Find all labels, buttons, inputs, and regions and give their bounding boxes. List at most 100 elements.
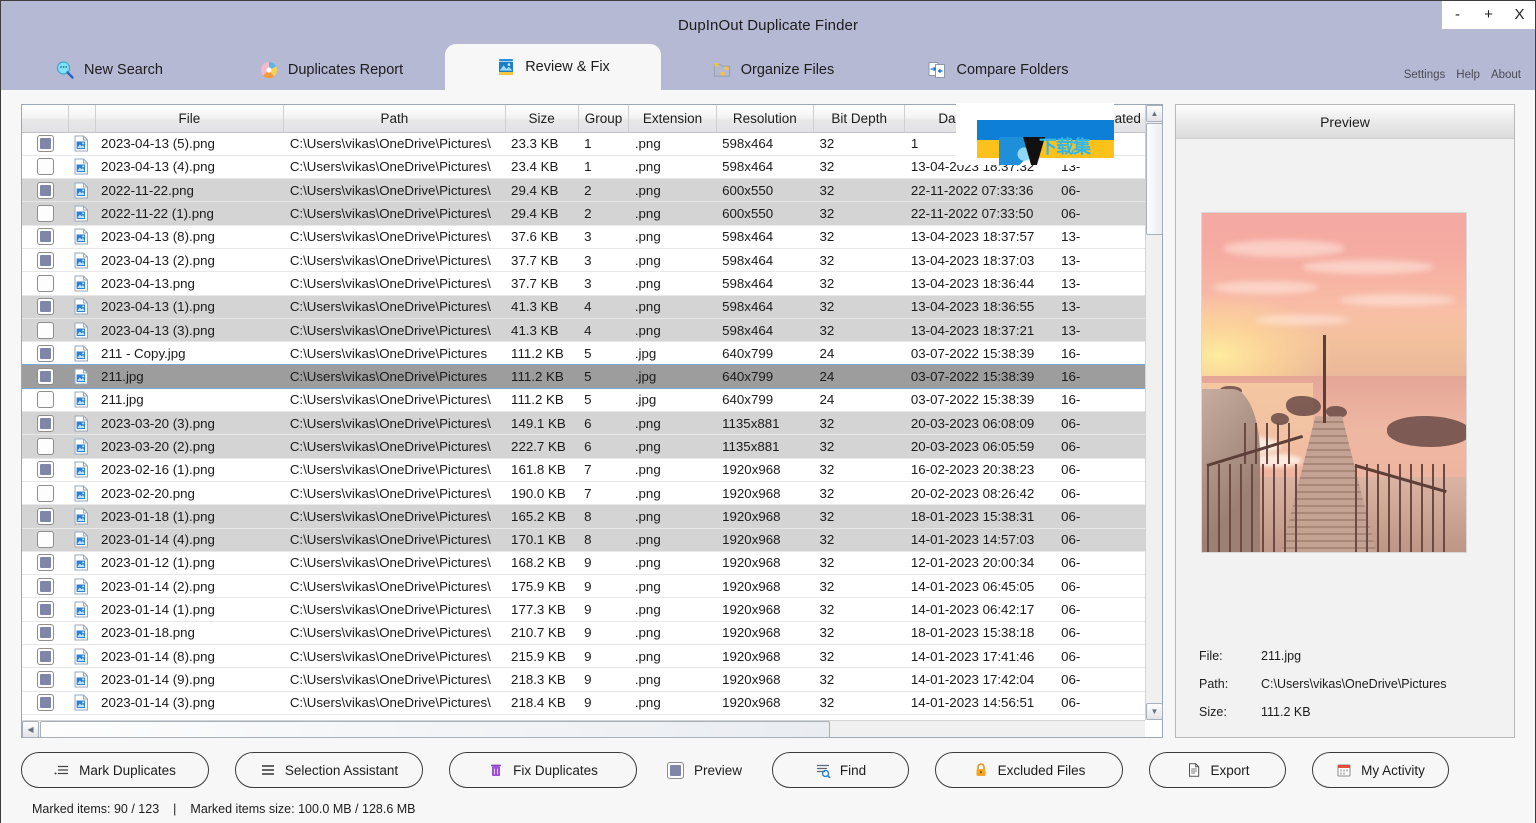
row-checkbox-cell[interactable] [22, 201, 69, 226]
table-row[interactable]: 211.jpg C:\Users\vikas\OneDrive\Pictures\… [22, 388, 1147, 413]
table-row[interactable]: 2023-01-14 (9).png C:\Users\vikas\OneDriv… [22, 667, 1147, 692]
col-header-group[interactable]: Group [578, 105, 630, 133]
about-link[interactable]: About [1491, 69, 1521, 81]
row-checkbox-cell[interactable] [22, 271, 69, 296]
horizontal-scrollbar[interactable]: ◀ [22, 720, 1145, 738]
row-checkbox[interactable] [36, 577, 54, 595]
row-checkbox[interactable] [36, 670, 54, 688]
vertical-scroll-thumb[interactable] [1146, 123, 1163, 235]
grid-scroll-viewport[interactable]: File Path Size Group Extension Resolutio… [22, 105, 1162, 737]
export-button[interactable]: Export [1149, 752, 1287, 788]
col-header-resolution[interactable]: Resolution [716, 105, 815, 133]
selection-assistant-button[interactable]: Selection Assistant [235, 752, 423, 788]
row-checkbox-cell[interactable] [22, 434, 69, 459]
row-checkbox-cell[interactable] [22, 225, 69, 249]
row-checkbox[interactable] [36, 298, 54, 316]
maximize-button[interactable]: + [1475, 2, 1503, 28]
table-row[interactable]: 2023-01-14 (8).png C:\Users\vikas\OneDriv… [22, 644, 1147, 669]
row-checkbox[interactable] [36, 414, 54, 432]
tab-review-and-fix[interactable]: Review & Fix [445, 44, 661, 90]
tab-compare-folders[interactable]: Compare Folders [885, 49, 1111, 90]
row-checkbox[interactable] [36, 205, 54, 223]
row-checkbox-cell[interactable] [22, 481, 69, 506]
excluded-files-button[interactable]: Excluded Files [935, 752, 1124, 788]
table-row[interactable]: 2023-01-18 (1).png C:\Users\vikas\OneDriv… [22, 504, 1147, 529]
row-checkbox-cell[interactable] [22, 691, 69, 715]
minimize-button[interactable]: - [1444, 2, 1472, 28]
tab-new-search[interactable]: New Search [1, 49, 217, 90]
table-row[interactable]: 2022-11-22 (1).png C:\Users\vikas\OneDriv… [22, 201, 1147, 226]
row-checkbox[interactable] [36, 274, 54, 292]
table-row[interactable]: 2023-04-13.png C:\Users\vikas\OneDrive\Pi… [22, 271, 1147, 296]
fix-duplicates-button[interactable]: Fix Duplicates [449, 752, 637, 788]
table-row[interactable]: 2023-01-14 (3).png C:\Users\vikas\OneDriv… [22, 691, 1147, 715]
table-row[interactable]: 2023-04-13 (8).png C:\Users\vikas\OneDriv… [22, 225, 1147, 249]
row-checkbox[interactable] [36, 158, 54, 176]
row-checkbox[interactable] [36, 391, 54, 409]
row-checkbox-cell[interactable] [22, 551, 69, 576]
table-row[interactable]: 2023-02-16 (1).png C:\Users\vikas\OneDriv… [22, 458, 1147, 482]
row-checkbox[interactable] [36, 624, 54, 642]
table-row[interactable]: 2023-01-18.png C:\Users\vikas\OneDrive\Pi… [22, 621, 1147, 646]
horizontal-scroll-thumb[interactable] [40, 721, 830, 738]
table-row[interactable]: 2023-01-14 (2).png C:\Users\vikas\OneDriv… [22, 574, 1147, 599]
row-checkbox-cell[interactable] [22, 388, 69, 413]
table-row[interactable]: 2023-03-20 (2).png C:\Users\vikas\OneDriv… [22, 434, 1147, 459]
row-checkbox-cell[interactable] [22, 574, 69, 599]
row-checkbox-cell[interactable] [22, 621, 69, 646]
row-checkbox-cell[interactable] [22, 364, 69, 389]
col-header-path[interactable]: Path [283, 105, 506, 133]
col-header-icon[interactable] [68, 105, 96, 133]
settings-link[interactable]: Settings [1404, 69, 1446, 81]
table-row[interactable]: 2023-04-13 (2).png C:\Users\vikas\OneDriv… [22, 248, 1147, 273]
table-row[interactable]: 2023-03-20 (3).png C:\Users\vikas\OneDriv… [22, 411, 1147, 436]
row-checkbox-cell[interactable] [22, 155, 69, 180]
scroll-down-button[interactable]: ▼ [1146, 703, 1163, 720]
row-checkbox[interactable] [36, 694, 54, 712]
row-checkbox[interactable] [36, 531, 54, 549]
col-header-bit-depth[interactable]: Bit Depth [813, 105, 906, 133]
vertical-scrollbar[interactable]: ▲ ▼ [1145, 105, 1163, 720]
table-row[interactable]: 2023-01-12 (1).png C:\Users\vikas\OneDriv… [22, 551, 1147, 576]
row-checkbox-cell[interactable] [22, 178, 69, 203]
close-button[interactable]: X [1506, 2, 1534, 28]
mark-duplicates-button[interactable]: Mark Duplicates [21, 752, 209, 788]
row-checkbox-cell[interactable] [22, 318, 69, 343]
row-checkbox[interactable] [36, 507, 54, 525]
row-checkbox[interactable] [36, 368, 54, 386]
table-row[interactable]: 211 - Copy.jpg C:\Users\vikas\OneDrive\Pi… [22, 341, 1147, 366]
row-checkbox-cell[interactable] [22, 458, 69, 482]
scroll-left-button[interactable]: ◀ [22, 721, 39, 738]
row-checkbox-cell[interactable] [22, 504, 69, 529]
row-checkbox[interactable] [36, 181, 54, 199]
find-button[interactable]: Find [772, 752, 910, 788]
row-checkbox[interactable] [36, 484, 54, 502]
table-row[interactable]: 2023-01-14 (4).png C:\Users\vikas\OneDriv… [22, 528, 1147, 552]
row-checkbox[interactable] [36, 344, 54, 362]
row-checkbox-cell[interactable] [22, 597, 69, 622]
row-checkbox[interactable] [36, 228, 54, 246]
row-checkbox-cell[interactable] [22, 248, 69, 273]
col-header-check[interactable] [22, 105, 70, 133]
row-checkbox[interactable] [36, 438, 54, 455]
my-activity-button[interactable]: My Activity [1312, 752, 1450, 788]
tab-organize-files[interactable]: Organize Files [661, 49, 885, 90]
row-checkbox-cell[interactable] [22, 667, 69, 692]
table-row[interactable]: 2022-11-22.png C:\Users\vikas\OneDrive\Pi… [22, 178, 1147, 203]
row-checkbox[interactable] [36, 135, 54, 153]
row-checkbox-cell[interactable] [22, 644, 69, 669]
table-row[interactable]: 2023-04-13 (3).png C:\Users\vikas\OneDriv… [22, 318, 1147, 343]
table-row[interactable]: 2023-01-14 (1).png C:\Users\vikas\OneDriv… [22, 597, 1147, 622]
row-checkbox[interactable] [36, 601, 54, 619]
row-checkbox[interactable] [36, 554, 54, 572]
row-checkbox[interactable] [36, 461, 54, 479]
row-checkbox[interactable] [36, 321, 54, 339]
row-checkbox-cell[interactable] [22, 411, 69, 436]
table-row[interactable]: 2023-04-13 (1).png C:\Users\vikas\OneDriv… [22, 295, 1147, 319]
row-checkbox[interactable] [36, 251, 54, 269]
table-row[interactable]: 2023-02-20.png C:\Users\vikas\OneDrive\Pi… [22, 481, 1147, 506]
row-checkbox[interactable] [36, 647, 54, 665]
col-header-file[interactable]: File [95, 105, 285, 133]
table-row[interactable]: 211.jpg C:\Users\vikas\OneDrive\Pictures 1… [22, 363, 1148, 390]
row-checkbox-cell[interactable] [22, 528, 69, 552]
